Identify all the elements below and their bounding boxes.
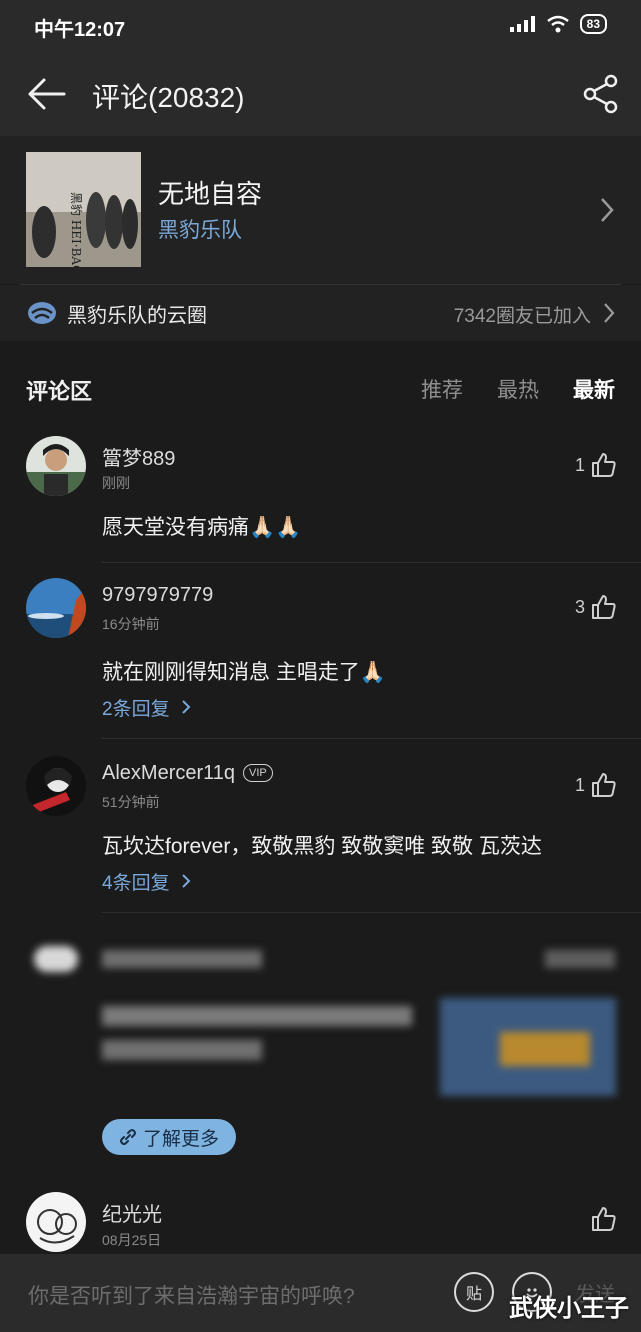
watermark-text: 武侠小王子 [509, 1295, 629, 1322]
comment-time: 刚刚 [102, 475, 130, 491]
avatar[interactable] [26, 578, 86, 638]
commenter-name[interactable]: AlexMercer11q VIP [102, 762, 273, 785]
commenter-name[interactable]: 9797979779 [102, 584, 213, 607]
like-button[interactable]: 3 [575, 594, 617, 620]
learn-more-button[interactable]: 了解更多 [102, 1119, 236, 1155]
ad-text-placeholder [102, 1006, 412, 1026]
page-title: 评论(20832) [92, 82, 245, 113]
replies-count: 2条回复 [102, 699, 170, 720]
divider [102, 912, 641, 913]
ad-image [440, 998, 616, 1096]
ad-title-placeholder [102, 950, 262, 968]
comment-sort-tabs: 推荐 最热 最新 [421, 374, 615, 404]
chevron-right-icon [182, 874, 191, 888]
link-icon [119, 1129, 136, 1145]
commenter-name-text: AlexMercer11q [102, 762, 236, 784]
song-title: 无地自容 [158, 179, 263, 209]
chevron-right-icon [604, 303, 615, 323]
divider [102, 562, 641, 563]
song-card[interactable]: 黑豹 HEI·BAO 无地自容 黑豹乐队 [0, 136, 641, 284]
circle-member-count: 7342圈友已加入 [453, 306, 591, 327]
comment-time: 08月25日 [102, 1232, 162, 1248]
thumbs-up-icon [592, 773, 616, 797]
replies-link[interactable]: 2条回复 [102, 694, 191, 721]
comments-section-title: 评论区 [26, 379, 93, 404]
thumbs-up-icon [592, 453, 616, 477]
like-count: 1 [574, 774, 585, 795]
cloud-circle-row[interactable]: 黑豹乐队的云圈 7342圈友已加入 [0, 285, 641, 341]
album-art-text: 黑豹 HEI·BAO [69, 192, 84, 267]
top-app-bar: 评论(20832) [0, 50, 641, 136]
like-button[interactable]: 1 [575, 452, 617, 478]
comment-text: 愿天堂没有病痛🙏🏻🙏🏻 [102, 516, 302, 539]
back-arrow-icon[interactable] [26, 76, 66, 112]
comment-input[interactable]: 你是否听到了来自浩瀚宇宙的呼唤? [28, 1280, 355, 1310]
circle-name: 黑豹乐队的云圈 [67, 305, 207, 327]
replies-count: 4条回复 [102, 873, 170, 894]
like-button[interactable]: 1 [575, 772, 617, 798]
like-button[interactable] [591, 1206, 617, 1232]
comment-text: 就在刚刚得知消息 主唱走了🙏🏻 [102, 661, 386, 684]
ad-text-placeholder [102, 1040, 262, 1060]
share-icon[interactable] [583, 74, 619, 114]
status-bar: 中午12:07 83 [0, 0, 641, 50]
battery-indicator: 83 [579, 14, 607, 34]
commenter-name[interactable]: 簹梦889 [102, 442, 175, 471]
tab-recommended[interactable]: 推荐 [421, 374, 463, 404]
vip-badge: VIP [243, 764, 273, 782]
ad-meta-placeholder [545, 950, 615, 968]
chevron-right-icon [182, 700, 191, 714]
status-time: 中午12:07 [34, 19, 126, 41]
tab-hottest[interactable]: 最热 [497, 374, 539, 404]
comment-time: 16分钟前 [102, 616, 160, 632]
tab-latest[interactable]: 最新 [573, 374, 615, 404]
commenter-name[interactable]: 纪光光 [102, 1198, 162, 1227]
divider [102, 738, 641, 739]
ad-avatar [34, 946, 78, 972]
signal-icon [509, 16, 535, 32]
avatar[interactable] [26, 436, 86, 496]
thumbs-up-icon [592, 595, 616, 619]
status-icons: 83 [509, 14, 607, 34]
album-cover: 黑豹 HEI·BAO [26, 152, 141, 267]
cloud-circle-icon [28, 302, 56, 324]
thumbs-up-icon [592, 1207, 616, 1231]
like-count: 3 [574, 596, 585, 617]
learn-more-label: 了解更多 [142, 1128, 219, 1150]
ad-item[interactable] [0, 930, 641, 1110]
chevron-right-icon [601, 198, 614, 222]
like-count: 1 [574, 454, 585, 475]
paste-button[interactable]: 贴 [454, 1272, 494, 1312]
song-artist[interactable]: 黑豹乐队 [158, 214, 242, 244]
comment-time: 51分钟前 [102, 794, 160, 810]
replies-link[interactable]: 4条回复 [102, 868, 191, 895]
avatar[interactable] [26, 1192, 86, 1252]
wifi-icon [546, 15, 569, 33]
comment-text: 瓦坎达forever，致敬黑豹 致敬窦唯 致敬 瓦茨达 [102, 835, 542, 858]
avatar[interactable] [26, 756, 86, 816]
